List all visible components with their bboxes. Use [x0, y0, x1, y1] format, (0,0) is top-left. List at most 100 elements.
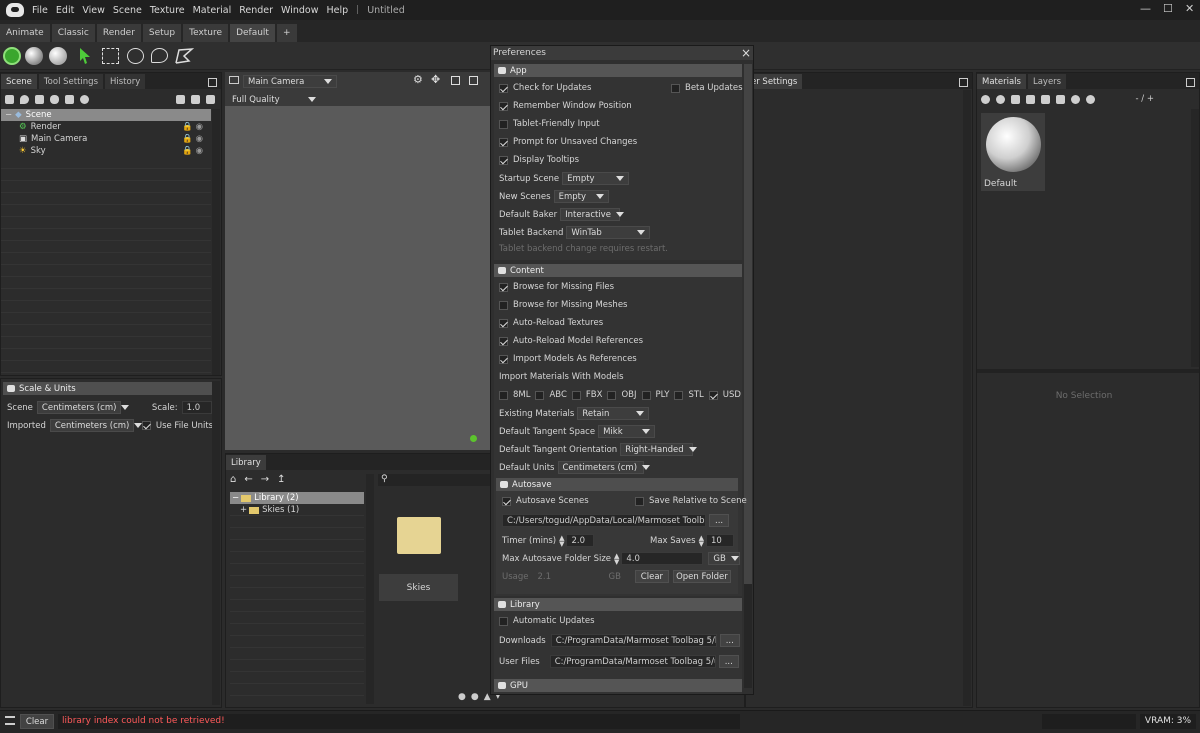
lock-visibility-icon[interactable]: 🔒 ◉ — [182, 146, 203, 156]
folder-icon[interactable] — [176, 94, 185, 104]
new-scenes-dropdown[interactable]: Empty — [553, 190, 609, 203]
library-tree-scrollbar[interactable] — [366, 474, 374, 704]
auto-models-checkbox[interactable] — [499, 336, 508, 346]
add-sky-icon[interactable] — [50, 94, 59, 104]
library-search-input[interactable]: ⚲ — [378, 474, 498, 486]
popout-icon[interactable] — [1186, 78, 1195, 87]
tree-item-library[interactable]: − Library (2) — [230, 492, 364, 504]
gpu-section-header[interactable]: GPU — [494, 679, 742, 692]
filter-sky-icon[interactable]: ● — [458, 692, 466, 702]
panel-divider[interactable] — [977, 369, 1199, 373]
scale-input[interactable]: 1.0 — [181, 401, 212, 414]
disable-icon[interactable] — [1071, 94, 1080, 104]
fmt-8ml-checkbox[interactable] — [499, 390, 508, 400]
tree-item-skies[interactable]: + Skies (1) — [230, 504, 364, 516]
assign-icon[interactable] — [1086, 94, 1095, 104]
tab-tool-settings[interactable]: Tool Settings — [38, 74, 103, 89]
tab-setup[interactable]: Setup — [142, 24, 182, 42]
menu-view[interactable]: View — [78, 5, 109, 16]
save-relative-checkbox[interactable] — [635, 496, 644, 506]
tab-layers[interactable]: Layers — [1027, 74, 1067, 89]
autosave-scenes-checkbox[interactable] — [502, 496, 511, 506]
forward-arrow-icon[interactable]: → — [261, 474, 269, 485]
scrollbar-thumb[interactable] — [744, 64, 752, 584]
add-group-icon[interactable] — [65, 94, 74, 104]
pick-icon[interactable] — [1056, 94, 1065, 104]
user-files-path-input[interactable]: C:/ProgramData/Marmoset Toolbag 5/user — [549, 655, 716, 668]
library-prefs-header[interactable]: Library — [494, 598, 742, 611]
app-section-header[interactable]: App — [494, 64, 742, 77]
beta-updates-checkbox[interactable] — [671, 83, 680, 93]
camera-dropdown[interactable]: Main Camera — [243, 75, 337, 88]
fmt-usd-checkbox[interactable] — [708, 390, 718, 400]
autosave-path-input[interactable]: C:/Users/togud/AppData/Local/Marmoset To… — [502, 514, 706, 527]
startup-scene-dropdown[interactable]: Empty — [562, 172, 630, 185]
open-folder-button[interactable]: Open Folder — [672, 570, 731, 583]
scene-units-dropdown[interactable]: Centimeters (cm) — [36, 401, 130, 414]
default-baker-dropdown[interactable]: Interactive — [560, 208, 624, 221]
add-light-icon[interactable] — [20, 94, 29, 104]
menu-material[interactable]: Material — [189, 5, 236, 16]
menu-render[interactable]: Render — [235, 5, 277, 16]
close-window-icon[interactable]: ✕ — [1185, 2, 1194, 15]
scale-units-header[interactable]: Scale & Units — [3, 382, 219, 395]
tab-texture[interactable]: Texture — [183, 24, 229, 42]
browse-meshes-checkbox[interactable] — [499, 300, 508, 310]
tab-default[interactable]: Default — [230, 24, 275, 42]
import-refs-checkbox[interactable] — [499, 354, 508, 364]
max-folder-input[interactable]: 4.0 — [621, 552, 704, 565]
duplicate-icon[interactable] — [191, 94, 200, 104]
user-files-browse-button[interactable]: ... — [718, 655, 739, 668]
delete-icon[interactable] — [206, 94, 215, 104]
autosave-browse-button[interactable]: ... — [709, 514, 730, 527]
tree-item-scene[interactable]: − ◆ Scene — [1, 109, 211, 121]
max-folder-spinner-icon[interactable]: ▲ ▼ — [614, 552, 619, 565]
menu-texture[interactable]: Texture — [146, 5, 189, 16]
menu-edit[interactable]: Edit — [52, 5, 78, 16]
max-saves-spinner-icon[interactable]: ▲ ▼ — [699, 534, 704, 547]
white-sphere-tool-icon[interactable] — [49, 47, 67, 65]
green-sphere-tool-icon[interactable] — [3, 47, 21, 65]
up-arrow-icon[interactable]: ↥ — [277, 474, 285, 485]
tab-animate[interactable]: Animate — [0, 24, 50, 42]
clear-autosave-button[interactable]: Clear — [634, 570, 669, 583]
tangent-orient-dropdown[interactable]: Right-Handed — [620, 443, 697, 456]
material-default-tile[interactable]: Default — [981, 113, 1045, 191]
polygon-select-icon[interactable] — [174, 47, 194, 65]
fullscreen-icon[interactable] — [451, 76, 460, 85]
remember-window-checkbox[interactable] — [499, 101, 508, 111]
popout-icon[interactable] — [208, 78, 217, 87]
timer-input[interactable]: 2.0 — [566, 534, 595, 547]
rectangle-select-icon[interactable] — [102, 48, 119, 64]
gray-sphere-tool-icon[interactable] — [25, 47, 43, 65]
add-material-icon[interactable] — [80, 94, 89, 104]
autosave-section-header[interactable]: Autosave — [496, 478, 738, 491]
delete-icon[interactable] — [1041, 94, 1050, 104]
content-section-header[interactable]: Content — [494, 264, 742, 277]
tangent-space-dropdown[interactable]: Mikk — [598, 425, 656, 438]
folder-icon[interactable] — [1026, 94, 1035, 104]
menu-help[interactable]: Help — [323, 5, 353, 16]
quality-dropdown[interactable]: Full Quality — [227, 93, 321, 106]
tab-history[interactable]: History — [105, 74, 146, 89]
imported-units-dropdown[interactable]: Centimeters (cm) — [49, 419, 143, 432]
use-file-units-checkbox[interactable] — [141, 421, 151, 430]
duplicate-material-icon[interactable] — [996, 94, 1005, 104]
scene-scrollbar[interactable] — [212, 109, 220, 375]
fmt-stl-checkbox[interactable] — [674, 390, 684, 400]
max-folder-unit-dropdown[interactable]: GB — [708, 552, 741, 565]
lasso-select-icon[interactable] — [151, 48, 168, 63]
log-list-icon[interactable] — [5, 716, 15, 725]
select-arrow-icon[interactable] — [78, 47, 92, 65]
preferences-scrollbar[interactable] — [744, 64, 752, 688]
minimize-icon[interactable]: — — [1140, 2, 1151, 15]
fmt-ply-checkbox[interactable] — [641, 390, 651, 400]
materials-scrollbar[interactable] — [1191, 109, 1199, 367]
tab-library[interactable]: Library — [226, 455, 266, 470]
default-units-dropdown[interactable]: Centimeters (cm) — [557, 461, 651, 474]
maximize-icon[interactable]: ☐ — [1163, 2, 1173, 15]
fmt-fbx-checkbox[interactable] — [571, 390, 581, 400]
add-tab-button[interactable]: + — [276, 24, 297, 42]
tab-scene[interactable]: Scene — [1, 74, 37, 89]
render-settings-scrollbar[interactable] — [963, 90, 971, 706]
